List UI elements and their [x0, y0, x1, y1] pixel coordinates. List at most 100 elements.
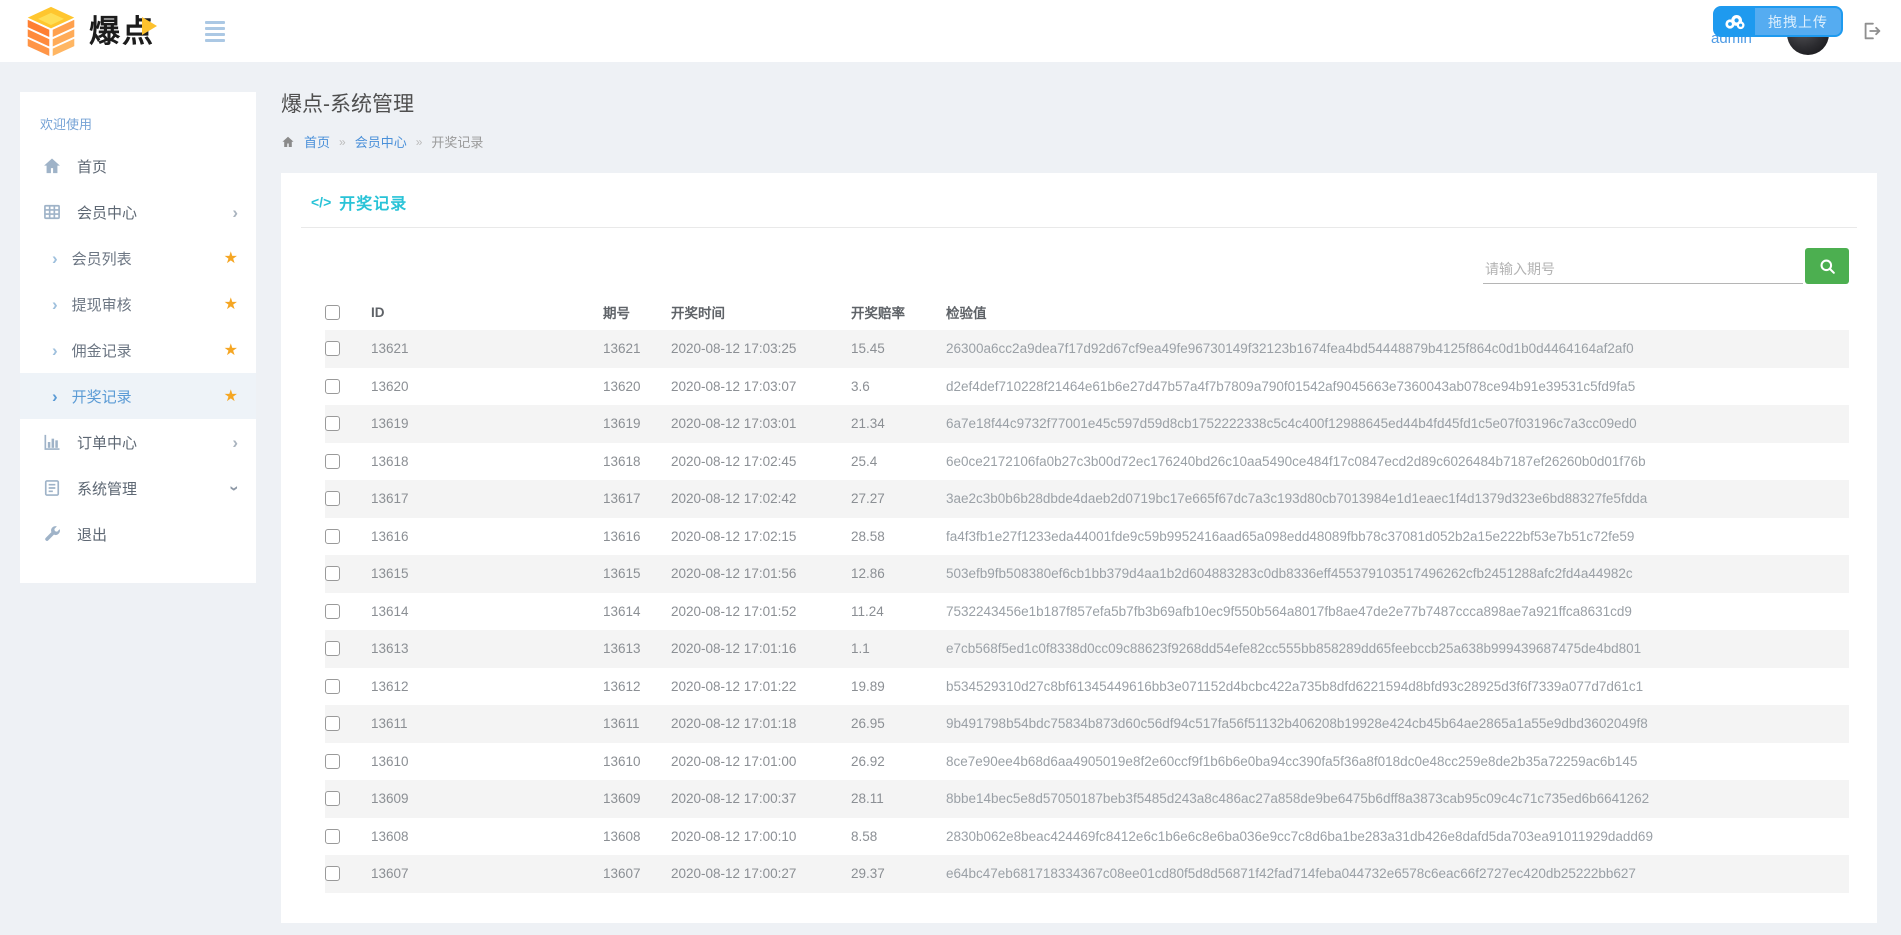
row-checkbox[interactable] — [325, 679, 340, 694]
search-button[interactable] — [1805, 248, 1849, 284]
cell-issue: 13617 — [603, 491, 671, 506]
app-logo[interactable]: 爆点 — [25, 6, 155, 56]
table-row: 13609136092020-08-12 17:00:3728.118bbe14… — [325, 780, 1849, 818]
cell-odds: 1.1 — [851, 641, 946, 656]
star-icon: ★ — [224, 340, 238, 360]
cell-time: 2020-08-12 17:00:10 — [671, 829, 851, 844]
home-icon — [281, 135, 295, 149]
cell-hash: 3ae2c3b0b6b28dbde4daeb2d0719bc17e665f67d… — [946, 491, 1849, 506]
star-icon: ★ — [224, 248, 238, 268]
cell-hash: d2ef4def710228f21464e61b6e27d47b57a4f7b7… — [946, 379, 1849, 394]
table-row: 13616136162020-08-12 17:02:1528.58fa4f3f… — [325, 518, 1849, 556]
row-checkbox[interactable] — [325, 829, 340, 844]
cell-hash: 7532243456e1b187f857efa5b7fb3b69afb10ec9… — [946, 604, 1849, 619]
chevron-right-icon: › — [232, 434, 238, 451]
sidebar-item-label: 会员列表 — [72, 248, 132, 269]
cell-hash: 8bbe14bec5e8d57050187beb3f5485d243a8c486… — [946, 791, 1849, 806]
row-checkbox[interactable] — [325, 341, 340, 356]
sidebar-item-home[interactable]: 首页 — [20, 143, 256, 189]
column-header-hash: 检验值 — [946, 302, 1849, 322]
table-row: 13617136172020-08-12 17:02:4227.273ae2c3… — [325, 480, 1849, 518]
main-content: 爆点-系统管理 首页 » 会员中心 » 开奖记录 </> 开奖记录 — [281, 62, 1877, 923]
sidebar-item-order-center[interactable]: 订单中心› — [20, 419, 256, 465]
content-card: </> 开奖记录 ID 期 — [281, 173, 1877, 923]
table-row: 13621136212020-08-12 17:03:2515.4526300a… — [325, 330, 1849, 368]
breadcrumb-member-center-link[interactable]: 会员中心 — [355, 132, 407, 151]
row-checkbox[interactable] — [325, 641, 340, 656]
code-icon: </> — [311, 194, 331, 210]
cell-id: 13618 — [371, 454, 603, 469]
table-row: 13608136082020-08-12 17:00:108.582830b06… — [325, 818, 1849, 856]
row-checkbox[interactable] — [325, 416, 340, 431]
table-row: 13612136122020-08-12 17:01:2219.89b53452… — [325, 668, 1849, 706]
cell-id: 13608 — [371, 829, 603, 844]
row-checkbox[interactable] — [325, 566, 340, 581]
cell-hash: 26300a6cc2a9dea7f17d92d67cf9ea49fe967301… — [946, 341, 1849, 356]
cell-id: 13620 — [371, 379, 603, 394]
sidebar-item-system-management[interactable]: 系统管理› — [20, 465, 256, 511]
records-table: ID 期号 开奖时间 开奖赔率 检验值 13621136212020-08-12… — [325, 294, 1849, 893]
column-header-odds: 开奖赔率 — [851, 302, 946, 322]
breadcrumb: 首页 » 会员中心 » 开奖记录 — [281, 132, 1877, 151]
row-checkbox[interactable] — [325, 716, 340, 731]
table-row: 13611136112020-08-12 17:01:1826.959b4917… — [325, 705, 1849, 743]
row-checkbox[interactable] — [325, 604, 340, 619]
row-checkbox[interactable] — [325, 491, 340, 506]
cell-hash: e7cb568f5ed1c0f8338d0cc09c88623f9268dd54… — [946, 641, 1849, 656]
sidebar-item-label: 退出 — [77, 524, 107, 545]
cell-time: 2020-08-12 17:00:27 — [671, 866, 851, 881]
menu-toggle-icon[interactable] — [205, 21, 225, 42]
sidebar-item-label: 提现审核 — [72, 294, 132, 315]
drag-upload-button[interactable]: 拖拽上传 — [1713, 6, 1843, 37]
page-title: 爆点-系统管理 — [281, 88, 1877, 118]
breadcrumb-home-link[interactable]: 首页 — [304, 132, 330, 151]
sidebar-item-commission-records[interactable]: ›佣金记录★ — [20, 327, 256, 373]
sidebar-item-label: 开奖记录 — [72, 386, 132, 407]
issue-search-input[interactable] — [1483, 255, 1803, 284]
search-row — [325, 248, 1849, 284]
breadcrumb-current: 开奖记录 — [431, 132, 483, 151]
column-header-issue: 期号 — [603, 302, 671, 322]
cell-odds: 11.24 — [851, 604, 946, 619]
row-checkbox[interactable] — [325, 791, 340, 806]
table-row: 13614136142020-08-12 17:01:5211.24753224… — [325, 593, 1849, 631]
star-icon: ★ — [224, 294, 238, 314]
upload-label: 拖拽上传 — [1755, 8, 1841, 35]
cell-time: 2020-08-12 17:03:07 — [671, 379, 851, 394]
sidebar-item-member-list[interactable]: ›会员列表★ — [20, 235, 256, 281]
sidebar-item-logout[interactable]: 退出 — [20, 511, 256, 557]
logo-cube-icon — [25, 6, 77, 56]
star-icon: ★ — [224, 386, 238, 406]
cell-time: 2020-08-12 17:03:01 — [671, 416, 851, 431]
table-row: 13620136202020-08-12 17:03:073.6d2ef4def… — [325, 368, 1849, 406]
chart-icon — [40, 432, 64, 452]
row-checkbox[interactable] — [325, 866, 340, 881]
cell-issue: 13607 — [603, 866, 671, 881]
cell-id: 13617 — [371, 491, 603, 506]
row-checkbox[interactable] — [325, 454, 340, 469]
sidebar-nav: 首页会员中心››会员列表★›提现审核★›佣金记录★›开奖记录★订单中心›系统管理… — [20, 143, 256, 557]
cell-hash: fa4f3fb1e27f1233eda44001fde9c59b9952416a… — [946, 529, 1849, 544]
topbar: 爆点 admin 拖拽上传 — [0, 0, 1901, 62]
row-checkbox[interactable] — [325, 754, 340, 769]
panel-title: 开奖记录 — [339, 190, 407, 214]
cell-issue: 13611 — [603, 716, 671, 731]
sidebar-item-member-center[interactable]: 会员中心› — [20, 189, 256, 235]
cell-id: 13610 — [371, 754, 603, 769]
cell-hash: 2830b062e8beac424469fc8412e6c1b6e6c8e6ba… — [946, 829, 1849, 844]
table-row: 13613136132020-08-12 17:01:161.1e7cb568f… — [325, 630, 1849, 668]
cell-hash: 8ce7e90ee4b68d6aa4905019e8f2e60ccf9f1b6b… — [946, 754, 1849, 769]
logout-icon[interactable] — [1861, 20, 1883, 42]
row-checkbox[interactable] — [325, 379, 340, 394]
sidebar-item-label: 首页 — [77, 156, 107, 177]
home-icon — [40, 156, 64, 176]
cell-time: 2020-08-12 17:01:52 — [671, 604, 851, 619]
cell-issue: 13609 — [603, 791, 671, 806]
cell-odds: 25.4 — [851, 454, 946, 469]
row-checkbox[interactable] — [325, 529, 340, 544]
search-icon — [1818, 257, 1837, 276]
select-all-checkbox[interactable] — [325, 305, 340, 320]
cell-hash: e64bc47eb681718334367c08ee01cd80f5d8d568… — [946, 866, 1849, 881]
sidebar-item-draw-records[interactable]: ›开奖记录★ — [20, 373, 256, 419]
sidebar-item-withdraw-audit[interactable]: ›提现审核★ — [20, 281, 256, 327]
